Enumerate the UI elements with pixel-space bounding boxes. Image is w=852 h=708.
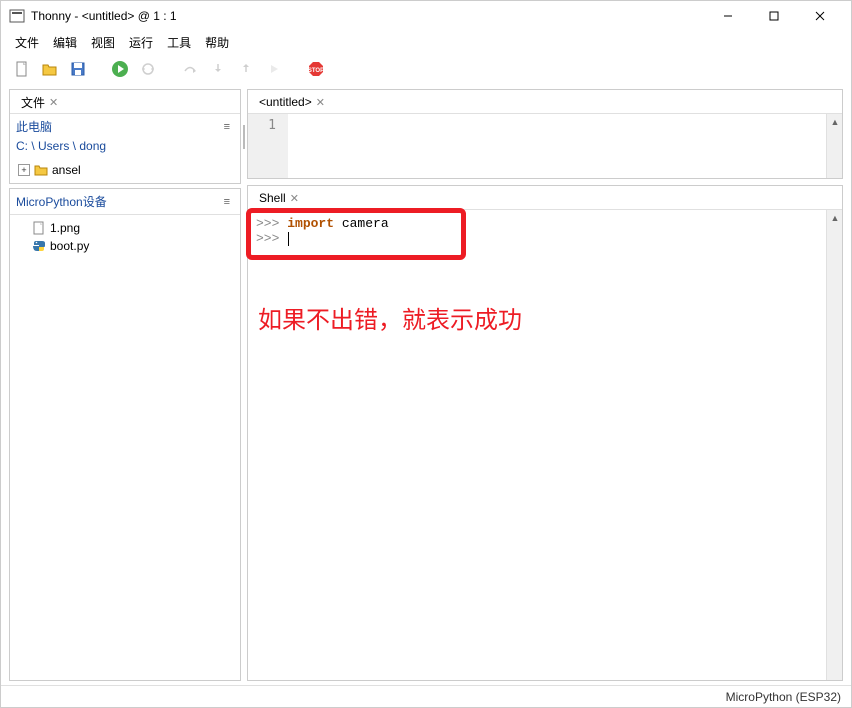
shell-panel: Shell ✕ >>> import camera >>> 如果不出错，就表示成… (247, 185, 843, 681)
shell-tab-close-icon[interactable]: ✕ (290, 192, 299, 205)
menu-view[interactable]: 视图 (85, 32, 121, 53)
editor-scrollbar[interactable]: ▲ (826, 114, 842, 178)
menubar: 文件 编辑 视图 运行 工具 帮助 (1, 31, 851, 53)
editor-body: 1 ▲ (248, 114, 842, 178)
file-icon (32, 221, 46, 235)
menu-tools[interactable]: 工具 (161, 32, 197, 53)
annotation-text: 如果不出错，就表示成功 (258, 300, 522, 336)
shell-prompt: >>> (256, 231, 287, 246)
maximize-button[interactable] (751, 1, 797, 31)
menu-file[interactable]: 文件 (9, 32, 45, 53)
line-number: 1 (252, 118, 276, 133)
app-icon (9, 8, 25, 24)
folder-name: ansel (52, 163, 81, 177)
menu-edit[interactable]: 编辑 (47, 32, 83, 53)
shell-prompt: >>> (256, 216, 287, 231)
python-file-icon (32, 239, 46, 253)
files-panel-header: 此电脑 ≡ (10, 114, 240, 139)
scroll-up-icon[interactable]: ▲ (827, 210, 843, 226)
editor-tab-label: <untitled> (259, 95, 312, 109)
editor-gutter: 1 (248, 114, 288, 178)
right-panel: <untitled> ✕ 1 ▲ Shell ✕ (247, 89, 843, 681)
editor-tab-close-icon[interactable]: ✕ (316, 96, 325, 109)
device-panel-title[interactable]: MicroPython设备 (16, 193, 107, 210)
device-file-list: 1.png boot.py (10, 215, 240, 259)
device-file-name: 1.png (50, 221, 80, 235)
window-controls (705, 1, 843, 31)
titlebar: Thonny - <untitled> @ 1 : 1 (1, 1, 851, 31)
stop-button[interactable]: STOP (305, 58, 327, 80)
files-breadcrumb[interactable]: C: \ Users \ dong (10, 139, 240, 157)
files-tab-label: 文件 (21, 94, 45, 111)
menu-run[interactable]: 运行 (123, 32, 159, 53)
step-into-button[interactable] (207, 58, 229, 80)
menu-help[interactable]: 帮助 (199, 32, 235, 53)
statusbar: MicroPython (ESP32) (1, 685, 851, 707)
folder-icon (34, 163, 48, 177)
debug-button[interactable] (137, 58, 159, 80)
main-area: 文件 ✕ 此电脑 ≡ C: \ Users \ dong + ansel (1, 85, 851, 685)
editor-content[interactable] (288, 114, 826, 178)
device-file-item[interactable]: boot.py (12, 237, 238, 255)
device-panel-header: MicroPython设备 ≡ (10, 189, 240, 215)
this-computer-label[interactable]: 此电脑 (16, 118, 52, 135)
toolbar: STOP (1, 53, 851, 85)
editor-tab[interactable]: <untitled> ✕ (252, 92, 332, 111)
shell-scrollbar[interactable]: ▲ (826, 210, 842, 680)
shell-content[interactable]: >>> import camera >>> 如果不出错，就表示成功 (248, 210, 826, 680)
editor-tabrow: <untitled> ✕ (248, 90, 842, 114)
window-title: Thonny - <untitled> @ 1 : 1 (31, 9, 705, 23)
run-button[interactable] (109, 58, 131, 80)
minimize-button[interactable] (705, 1, 751, 31)
save-button[interactable] (67, 58, 89, 80)
files-panel-menu-icon[interactable]: ≡ (220, 121, 234, 133)
expand-icon[interactable]: + (18, 164, 30, 176)
shell-line: >>> import camera (256, 216, 818, 231)
folder-item[interactable]: + ansel (12, 161, 238, 179)
shell-tab[interactable]: Shell ✕ (252, 188, 306, 207)
files-tab[interactable]: 文件 ✕ (14, 91, 65, 113)
resume-button[interactable] (263, 58, 285, 80)
backend-label[interactable]: MicroPython (ESP32) (726, 690, 841, 704)
device-panel-menu-icon[interactable]: ≡ (220, 196, 234, 208)
shell-tabrow: Shell ✕ (248, 186, 842, 210)
device-file-name: boot.py (50, 239, 89, 253)
left-panel: 文件 ✕ 此电脑 ≡ C: \ Users \ dong + ansel (9, 89, 241, 681)
close-button[interactable] (797, 1, 843, 31)
shell-text: camera (334, 216, 389, 231)
files-tab-close-icon[interactable]: ✕ (49, 96, 58, 109)
svg-text:STOP: STOP (308, 68, 324, 74)
shell-tab-label: Shell (259, 191, 286, 205)
device-panel: MicroPython设备 ≡ 1.png boot.py (9, 188, 241, 681)
files-tree: + ansel (10, 157, 240, 183)
device-file-item[interactable]: 1.png (12, 219, 238, 237)
step-out-button[interactable] (235, 58, 257, 80)
shell-keyword: import (287, 216, 334, 231)
scroll-up-icon[interactable]: ▲ (827, 114, 843, 130)
files-panel: 文件 ✕ 此电脑 ≡ C: \ Users \ dong + ansel (9, 89, 241, 184)
shell-body: >>> import camera >>> 如果不出错，就表示成功 ▲ (248, 210, 842, 680)
editor-panel: <untitled> ✕ 1 ▲ (247, 89, 843, 179)
shell-line: >>> (256, 231, 818, 246)
shell-cursor (288, 232, 289, 246)
step-over-button[interactable] (179, 58, 201, 80)
new-file-button[interactable] (11, 58, 33, 80)
open-file-button[interactable] (39, 58, 61, 80)
files-panel-tabrow: 文件 ✕ (10, 90, 240, 114)
